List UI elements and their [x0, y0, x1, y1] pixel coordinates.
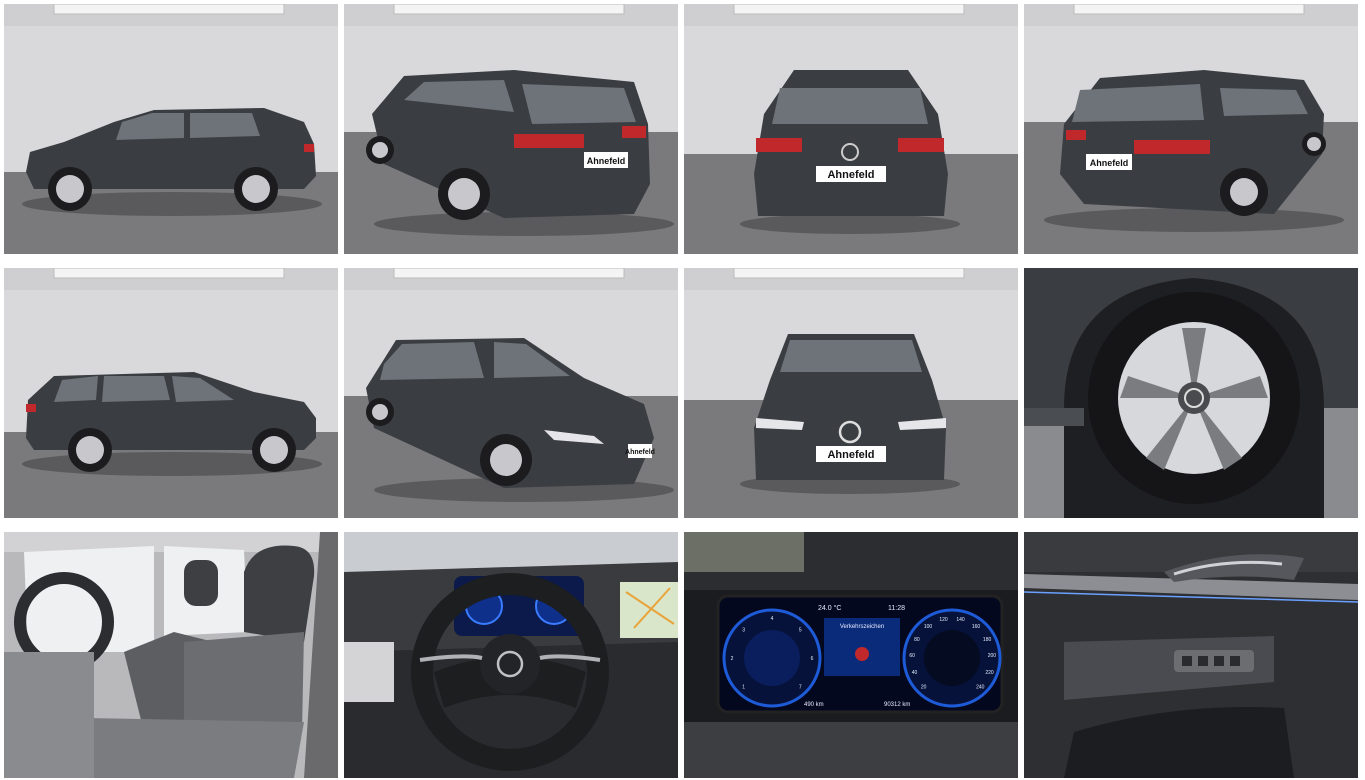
- door-panel-image: [1024, 532, 1358, 778]
- photo-gallery: Ahnefeld Ahnefeld Ahnefeld Ahnefeld Ahne…: [4, 4, 1358, 778]
- rpm-tick-6: 6: [811, 656, 814, 662]
- photo-wheel-detail[interactable]: [1024, 268, 1358, 518]
- car-rear-left-image: Ahnefeld: [344, 4, 678, 254]
- speed-tick-240: 240: [976, 684, 985, 690]
- photo-rear-three-quarter-left[interactable]: Ahnefeld: [344, 4, 678, 254]
- photo-interior-seats[interactable]: [4, 532, 338, 778]
- rear-plate-text: Ahnefeld: [1090, 158, 1129, 168]
- speed-tick-140: 140: [956, 617, 965, 623]
- wheel-image: [1024, 268, 1358, 518]
- front-plate-text: Ahnefeld: [827, 449, 874, 461]
- dash-time: 11:28: [888, 605, 905, 612]
- photo-front-three-quarter-left[interactable]: Ahnefeld: [344, 268, 678, 518]
- speed-tick-100: 100: [924, 624, 933, 630]
- steering-wheel-image: [344, 532, 678, 778]
- dash-range: 490 km: [804, 702, 824, 708]
- speed-tick-40: 40: [912, 670, 918, 676]
- rpm-tick-3: 3: [742, 628, 745, 634]
- photo-rear[interactable]: Ahnefeld: [684, 4, 1018, 254]
- rpm-tick-4: 4: [771, 616, 774, 622]
- photo-front[interactable]: Ahnefeld: [684, 268, 1018, 518]
- rear-plate-text: Ahnefeld: [587, 156, 626, 166]
- speed-tick-200: 200: [988, 653, 997, 659]
- rpm-tick-1: 1: [742, 684, 745, 690]
- dash-temp: 24.0 °C: [818, 604, 841, 612]
- speed-tick-220: 220: [985, 670, 994, 676]
- rear-plate-text: Ahnefeld: [827, 169, 874, 181]
- speed-tick-80: 80: [914, 637, 920, 643]
- photo-side-left[interactable]: [4, 4, 338, 254]
- speed-tick-160: 160: [972, 624, 981, 630]
- rpm-tick-2: 2: [731, 656, 734, 662]
- rpm-tick-7: 7: [799, 684, 802, 690]
- dash-title: Verkehrszeichen: [840, 624, 884, 630]
- car-rear-right-image: Ahnefeld: [1024, 4, 1358, 254]
- speed-tick-180: 180: [983, 637, 992, 643]
- photo-door-panel[interactable]: [1024, 532, 1358, 778]
- car-rear-image: Ahnefeld: [684, 4, 1018, 254]
- front-plate-text: Ahnefeld: [625, 449, 655, 456]
- car-front-image: Ahnefeld: [684, 268, 1018, 518]
- interior-seats-image: [4, 532, 338, 778]
- photo-steering-wheel[interactable]: [344, 532, 678, 778]
- rpm-tick-5: 5: [799, 628, 802, 634]
- speed-tick-120: 120: [939, 617, 948, 623]
- photo-rear-three-quarter-right[interactable]: Ahnefeld: [1024, 4, 1358, 254]
- speed-tick-60: 60: [909, 653, 915, 659]
- speed-tick-20: 20: [921, 684, 927, 690]
- photo-instrument-cluster[interactable]: 24.0 °C 11:28 Verkehrszeichen 90312 km 4…: [684, 532, 1018, 778]
- car-side-left-image: [4, 4, 338, 254]
- instrument-cluster-image: 24.0 °C 11:28 Verkehrszeichen 90312 km 4…: [684, 532, 1018, 778]
- dash-odometer: 90312 km: [884, 702, 910, 708]
- photo-side-right[interactable]: [4, 268, 338, 518]
- car-front-left-image: Ahnefeld: [344, 268, 678, 518]
- car-side-right-image: [4, 268, 338, 518]
